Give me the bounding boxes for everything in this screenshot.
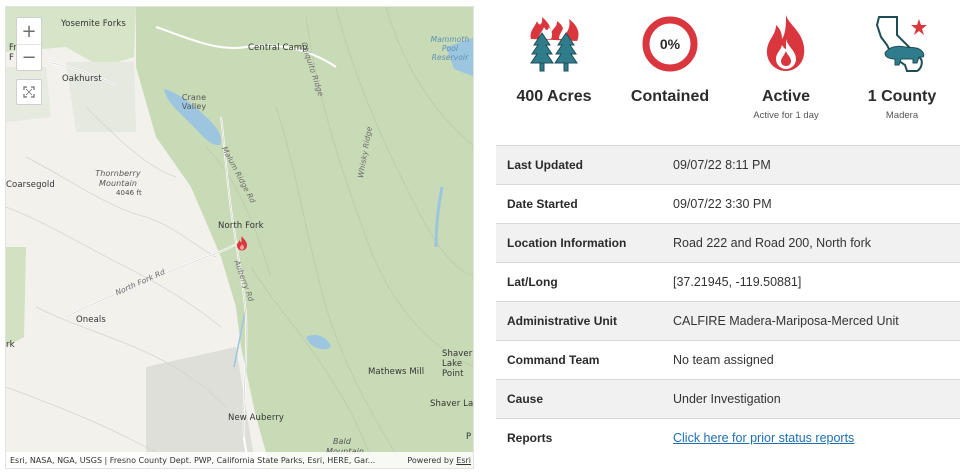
map-label-oneals: Oneals — [76, 315, 106, 325]
row-label: Command Team — [507, 353, 600, 367]
active-value: Active — [761, 88, 811, 105]
active-duration: Active for 1 day — [753, 110, 819, 121]
stat-acres: 400 Acres — [496, 12, 612, 106]
row-label: Location Information — [507, 236, 627, 250]
powered-by-label: Powered by — [407, 455, 454, 465]
map-label-edge-rk: rk — [6, 340, 15, 350]
map-attribution-bar: Esri, NASA, NGA, USGS | Fresno County De… — [6, 452, 473, 468]
prior-status-reports-link[interactable]: Click here for prior status reports — [673, 431, 854, 445]
map-label-oakhurst: Oakhurst — [62, 74, 102, 84]
map-view[interactable]: Yosemite Forks Central Camp Mammoth Pool… — [5, 6, 474, 469]
map-label-mathews-mill: Mathews Mill — [368, 367, 425, 377]
map-label-edge-p: P — [466, 432, 472, 442]
map-label-shaver-lake: Shaver Lake — [430, 399, 474, 409]
contained-value: Contained — [630, 88, 710, 105]
map-label-thornberry-mountain: Thornberry Mountain — [95, 169, 141, 188]
table-row-date-started: Date Started 09/07/22 3:30 PM — [496, 184, 960, 223]
table-row-command-team: Command Team No team assigned — [496, 340, 960, 379]
table-row-lat-long: Lat/Long [37.21945, -119.50881] — [496, 262, 960, 301]
row-label: Lat/Long — [507, 275, 558, 289]
map-label-shaver-lake-point: Shaver Lake Point — [442, 349, 473, 379]
incident-info-table: Last Updated 09/07/22 8:11 PM Date Start… — [496, 145, 960, 457]
fire-location-icon[interactable] — [235, 235, 249, 251]
row-value: Under Investigation — [673, 392, 781, 406]
table-row-location: Location Information Road 222 and Road 2… — [496, 223, 960, 262]
acres-value: 400 Acres — [516, 88, 592, 105]
map-label-edge-f: F — [9, 53, 14, 63]
row-label: Last Updated — [507, 158, 584, 172]
map-attribution-text: Esri, NASA, NGA, USGS | Fresno County De… — [10, 455, 376, 465]
row-value: 09/07/22 8:11 PM — [673, 158, 771, 172]
row-value: CALFIRE Madera-Mariposa-Merced Unit — [673, 314, 899, 328]
map-label-north-fork: North Fork — [218, 221, 264, 231]
stat-active: Active Active for 1 day — [728, 12, 844, 121]
row-label: Date Started — [507, 197, 578, 211]
fullscreen-button[interactable] — [16, 79, 42, 105]
stat-county: 1 County Madera — [844, 12, 960, 121]
map-label-yosemite-forks: Yosemite Forks — [61, 19, 126, 29]
row-value: [37.21945, -119.50881] — [673, 275, 802, 289]
california-bear-icon — [875, 16, 927, 72]
esri-link[interactable]: Esri — [456, 456, 471, 465]
map-label-mammoth-pool: Mammoth Pool Reservoir — [430, 35, 470, 62]
table-row-cause: Cause Under Investigation — [496, 379, 960, 418]
row-value: Road 222 and Road 200, North fork — [673, 236, 872, 250]
row-label: Reports — [507, 431, 553, 445]
table-row-admin-unit: Administrative Unit CALFIRE Madera-Marip… — [496, 301, 960, 340]
map-label-thornberry-elevation: 4046 ft — [116, 189, 142, 197]
containment-ring-icon: 0% — [642, 16, 698, 72]
map-label-coarsegold: Coarsegold — [6, 180, 55, 190]
incident-stats: 400 Acres 0% Contained Active Active for… — [496, 12, 960, 138]
zoom-in-button[interactable]: + — [17, 18, 41, 44]
row-label: Administrative Unit — [507, 314, 618, 328]
county-value: 1 County — [867, 88, 937, 105]
map-label-new-auberry: New Auberry — [228, 413, 285, 423]
flame-icon — [766, 15, 805, 71]
powered-by: Powered by Esri — [407, 456, 471, 465]
stat-contained: 0% Contained — [612, 12, 728, 106]
table-row-last-updated: Last Updated 09/07/22 8:11 PM — [496, 145, 960, 184]
expand-icon — [23, 86, 35, 98]
zoom-control: + − — [16, 17, 42, 71]
row-value: No team assigned — [673, 353, 774, 367]
zoom-out-button[interactable]: − — [17, 44, 41, 70]
contained-percent: 0% — [660, 36, 681, 52]
map-label-crane-valley: Crane Valley — [181, 93, 207, 111]
row-label: Cause — [507, 392, 544, 406]
trees-fire-icon — [530, 17, 579, 72]
row-value: 09/07/22 3:30 PM — [673, 197, 772, 211]
table-row-reports: Reports Click here for prior status repo… — [496, 418, 960, 457]
county-name: Madera — [885, 110, 919, 121]
